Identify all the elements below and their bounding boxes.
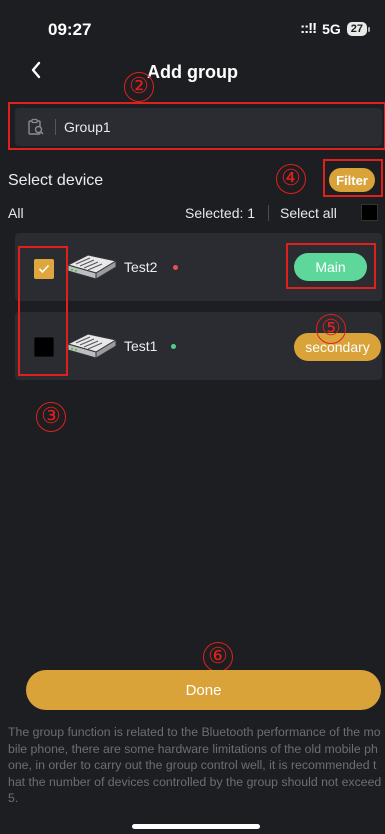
device-name-test1: Test1 [124, 338, 158, 354]
signal-icon: ::!! [300, 20, 317, 37]
page-title: Add group [147, 62, 238, 82]
battery-icon: 27 [346, 21, 371, 36]
select-all-label[interactable]: Select all [280, 205, 337, 221]
annotation-4: ④ [276, 164, 306, 194]
device-name-test2: Test2 [124, 259, 158, 275]
annotation-5: ⑤ [316, 314, 346, 344]
status-dot-test2 [173, 265, 178, 270]
annotation-3: ③ [36, 402, 66, 432]
annotation-2: ② [124, 72, 154, 102]
group-name-field[interactable]: Group1 [15, 108, 382, 146]
router-icon [66, 333, 118, 359]
input-divider [55, 119, 56, 135]
select-all-checkbox[interactable] [361, 204, 378, 221]
done-button[interactable]: Done [26, 670, 381, 710]
all-label: All [8, 205, 24, 221]
status-time: 09:27 [48, 20, 92, 39]
router-icon [66, 254, 118, 280]
home-indicator [132, 824, 260, 829]
annotation-6: ⑥ [203, 642, 233, 672]
clipboard-search-icon [28, 118, 44, 135]
network-type: 5G [322, 20, 341, 37]
annotation-box-checkboxes [18, 246, 68, 376]
divider [268, 205, 269, 221]
status-indicators: ::!! 5G 27 [300, 20, 371, 37]
annotation-box-role [286, 243, 376, 289]
selected-count: Selected: 1 [185, 205, 256, 221]
group-note: The group function is related to the Blu… [8, 725, 382, 805]
group-name-value: Group1 [64, 119, 111, 135]
select-device-title: Select device [8, 172, 104, 189]
filter-button[interactable]: Filter [329, 168, 375, 192]
status-dot-test1 [171, 344, 176, 349]
